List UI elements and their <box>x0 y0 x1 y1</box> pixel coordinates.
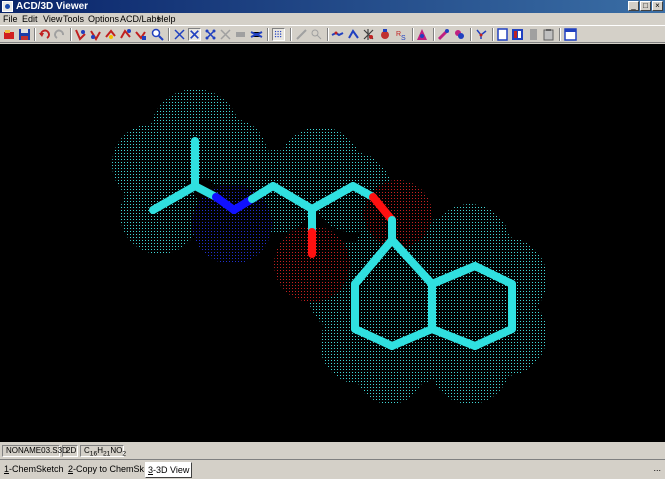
redo-icon[interactable] <box>53 28 66 41</box>
status-bar: NONAME03.S3D 2D C16H21NO2 <box>0 444 665 458</box>
toolbar-separator <box>559 28 561 41</box>
window-icon[interactable] <box>564 28 577 41</box>
app-icon[interactable] <box>2 1 13 12</box>
status-filename: NONAME03.S3D <box>2 445 68 457</box>
3d-view-canvas[interactable] <box>0 44 665 442</box>
book-icon[interactable] <box>527 28 540 41</box>
rotate-z-icon[interactable] <box>104 28 117 41</box>
rs-label-icon[interactable]: RS <box>395 28 408 41</box>
toolbar-separator <box>433 28 435 41</box>
disabled-icon[interactable] <box>219 28 232 41</box>
minimize-button[interactable]: _ <box>628 1 639 11</box>
dot-surface <box>112 89 547 404</box>
zoom-icon[interactable] <box>151 28 164 41</box>
rotate-y-icon[interactable] <box>89 28 102 41</box>
rotate-x-icon[interactable] <box>74 28 87 41</box>
menu-help[interactable]: Help <box>157 13 176 25</box>
save-icon[interactable] <box>18 28 31 41</box>
measure-angle-icon[interactable] <box>347 28 360 41</box>
tabs-overflow[interactable]: ... <box>653 463 661 473</box>
measure-distance-icon[interactable] <box>295 28 308 41</box>
toolbar: RS <box>0 25 665 43</box>
status-formula: C16H21NO2 <box>80 445 126 458</box>
tab-copy-to-chemsketch[interactable]: 2-Copy to ChemSk <box>66 462 146 478</box>
dots-icon[interactable] <box>272 28 285 41</box>
undo-icon[interactable] <box>38 28 51 41</box>
measure-torsion-icon[interactable] <box>331 28 344 41</box>
clipboard-icon[interactable] <box>542 28 555 41</box>
toolbar-separator <box>267 28 269 41</box>
molecule-model <box>112 89 547 404</box>
wireframe-icon[interactable] <box>173 28 186 41</box>
translate-icon[interactable] <box>134 28 147 41</box>
menu-options[interactable]: Options <box>88 13 119 25</box>
toolbar-separator <box>70 28 72 41</box>
toolbar-separator <box>34 28 36 41</box>
surface-icon[interactable] <box>475 28 488 41</box>
toolbar-separator <box>327 28 329 41</box>
menu-acdlabs[interactable]: ACD/Labs <box>120 13 161 25</box>
task-tabs: 1-ChemSketch 2-Copy to ChemSk 3-3D View … <box>0 459 665 479</box>
sticks-icon[interactable] <box>188 28 201 41</box>
rotate-free-icon[interactable] <box>119 28 132 41</box>
toolbar-separator <box>290 28 292 41</box>
menu-bar: File Edit View Tools Options ACD/Labs He… <box>0 13 665 25</box>
toolbar-separator <box>168 28 170 41</box>
toolbar-separator <box>412 28 414 41</box>
stereo-icon[interactable] <box>362 28 375 41</box>
brush-icon[interactable] <box>437 28 450 41</box>
tab-chemsketch[interactable]: 1-ChemSketch <box>2 462 66 478</box>
menu-tools[interactable]: Tools <box>63 13 84 25</box>
close-button[interactable]: × <box>652 1 663 11</box>
window-title: ACD/3D Viewer <box>16 1 89 12</box>
status-mode: 2D <box>62 445 78 457</box>
balls-sticks-icon[interactable] <box>204 28 217 41</box>
atoms-icon[interactable] <box>379 28 392 41</box>
measure-angle-icon[interactable] <box>310 28 323 41</box>
menu-view[interactable]: View <box>43 13 62 25</box>
color-icon[interactable] <box>416 28 429 41</box>
panel-icon[interactable] <box>511 28 524 41</box>
menu-file[interactable]: File <box>3 13 18 25</box>
toolbar-separator <box>470 28 472 41</box>
toolbar-separator <box>492 28 494 41</box>
tab-3d-view[interactable]: 3-3D View <box>145 462 193 478</box>
page-icon[interactable] <box>496 28 509 41</box>
svg-text:S: S <box>401 35 406 41</box>
title-bar: ACD/3D Viewer _ □ × <box>0 0 665 13</box>
maximize-button[interactable]: □ <box>640 1 651 11</box>
open-icon[interactable] <box>3 28 16 41</box>
dot-surface-icon[interactable] <box>453 28 466 41</box>
menu-edit[interactable]: Edit <box>22 13 38 25</box>
molecule-icon[interactable] <box>250 28 263 41</box>
spacefill-icon[interactable] <box>234 28 247 41</box>
